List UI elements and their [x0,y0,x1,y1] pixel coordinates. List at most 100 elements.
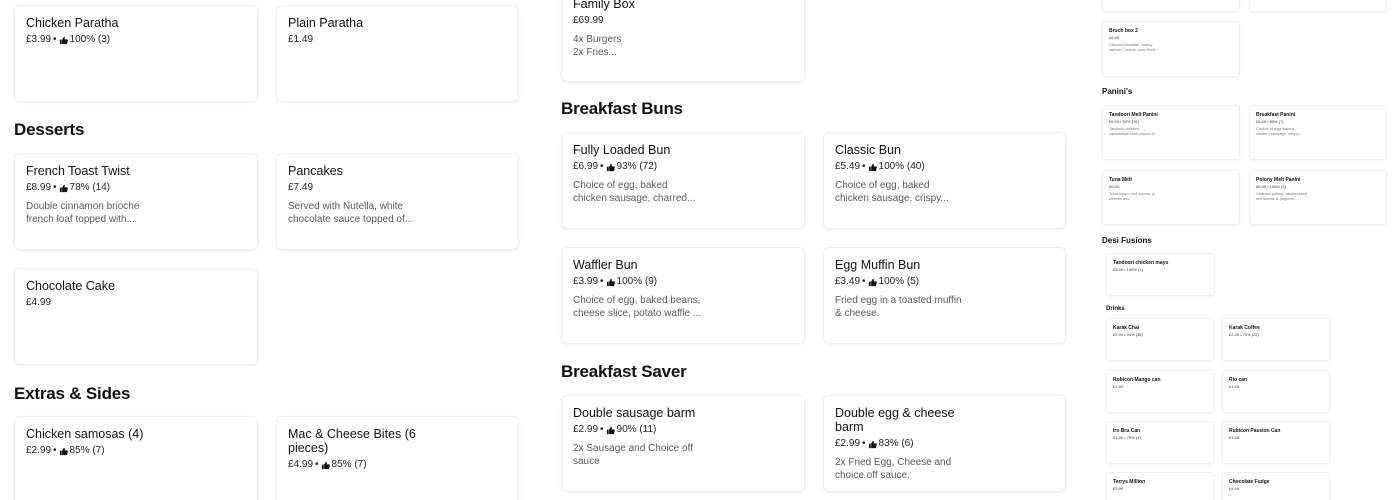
item-description-line: chocolate sauce topped of... [288,214,414,225]
item-rating: 100% (40) [878,161,925,172]
menu-item-karak-chai[interactable]: Karak Chai £2.99 • 93% (46) [1106,318,1214,361]
menu-item-rubicon-mango-can[interactable]: Rubicon Mango can £1.50 [1106,370,1214,413]
item-price: £8.99 [26,182,52,193]
item-price: £1.49 [288,34,314,45]
item-title: Polony Melt Panini [1256,177,1301,183]
item-description-line: french loaf topped with... [26,214,135,225]
item-title: Classic Bun [835,143,901,157]
item-title: Tandoori chicken mayo [1113,260,1169,266]
mini-card-top-left[interactable] [1102,0,1240,12]
item-description-line: 2x Fried Egg, Cheese and [835,457,952,468]
menu-item-polony-melt-panini[interactable]: Polony Melt Panini £6.99 • 100% (3) Char… [1249,170,1387,225]
item-meta: £4.99 • 85% (7) [288,459,367,470]
item-meta: £6.99 • 92% (26) [1109,119,1139,124]
item-description: 4x Burgers 2x Fries... [573,33,793,59]
menu-item-tuna-melt[interactable]: Tuna Melt £6.99 Tuna mayo, red onions, &… [1102,170,1240,225]
item-meta: £6.99 • 93% (72) [573,161,658,172]
thumbs-up-icon [606,278,615,287]
menu-item-chicken-samosas[interactable]: Chicken samosas (4) £2.99 • 85% (7) [14,416,258,500]
item-rating: 85% (7) [69,445,105,456]
item-rating: 83% (6) [878,438,914,449]
menu-item-karak-coffee[interactable]: Karak Coffee £2.49 • 75% (22) [1222,318,1330,361]
item-title-line: Double egg & cheese [835,406,955,420]
menu-item-double-sausage-barm[interactable]: Double sausage barm £2.99 • 90% (11) 2x … [561,395,805,492]
item-rating: 100% (5) [878,276,920,287]
menu-item-family-box[interactable]: Family Box £69.99 4x Burgers 2x Fries... [561,0,805,82]
section-heading-paninis: Panini's [1102,87,1133,96]
menu-item-chocolate-cake[interactable]: Chocolate Cake £4.99 [14,268,258,365]
thumbs-up-icon [59,447,68,456]
item-meta: £6.99 • 100% (3) [1256,184,1286,189]
menu-item-pancakes[interactable]: Pancakes £7.49 Served with Nutella, whit… [276,153,519,250]
item-description: Fried egg in a toasted muffin & cheese. [835,294,1054,320]
item-description-line: rashers, beans, over thick... [1109,47,1159,52]
item-title: Chicken Paratha [26,16,119,30]
menu-item-chocolate-fudge[interactable]: Chocolate Fudge £4.99 [1222,472,1330,500]
item-meta: £1.50 [1113,384,1124,389]
menu-item-mac-cheese-bites[interactable]: Mac & Cheese Bites (6 pieces) £4.99 • 85… [276,416,519,500]
item-rating: 100% (9) [616,276,658,287]
menu-item-terrys-million[interactable]: Terrys Million £3.99 [1106,472,1214,500]
item-price: £6.49 [1109,35,1120,40]
menu-item-waffler-bun[interactable]: Waffler Bun £3.99 • 100% (9) Choice of e… [561,247,805,344]
section-heading-breakfast-saver: Breakfast Saver [561,362,687,381]
item-description: Choice of egg, baked beans, cheese slice… [573,294,793,320]
item-title: Double sausage barm [573,406,696,420]
item-title: Terrys Million [1113,479,1146,485]
item-title: Chocolate Cake [26,279,115,293]
item-meta: £6.99 [1109,184,1120,189]
thumbs-up-icon [606,426,615,435]
item-meta: £3.99 • 100% (9) [573,276,658,287]
item-price: £7.49 [288,182,314,193]
item-title: Rio can [1229,377,1248,383]
item-meta: £2.99 • 85% (7) [26,445,105,456]
menu-item-double-egg-cheese-barm[interactable]: Double egg & cheese barm £2.99 • 83% (6)… [823,395,1066,492]
item-description-line: Served with Nutella, white [288,201,404,212]
menu-item-french-toast-twist[interactable]: French Toast Twist £8.99 • 78% (14) Doub… [14,153,258,250]
item-title-line: barm [835,420,864,434]
menu-item-irn-bru-can[interactable]: Irn Bru Can £1.50 • 75% (4) [1106,421,1214,464]
item-price: £3.99 [26,34,52,45]
item-description: Tuna mayo, red onions, & cheese mix. [1109,191,1233,201]
item-description-line: 2x Fries... [573,47,617,58]
menu-item-egg-muffin-bun[interactable]: Egg Muffin Bun £3.49 • 100% (5) Fried eg… [823,247,1066,344]
menu-item-plain-paratha[interactable]: Plain Paratha £1.49 [276,5,519,102]
section-heading-desserts: Desserts [14,120,85,139]
item-meta: £4.99 [26,297,246,309]
item-description-line: chicken sausage, crispy... [1256,131,1302,136]
item-title: Chicken samosas (4) [26,427,144,441]
item-rating: 100% (3) [69,34,111,45]
item-description: Served with Nutella, white chocolate sau… [288,200,507,226]
item-meta: £69.99 [573,15,793,27]
item-description: Choice of egg, baked chicken sausage, ch… [573,179,793,205]
item-price: £2.99 [26,445,52,456]
item-title: Waffler Bun [573,258,638,272]
menu-item-rubicon-passion-can[interactable]: Rubicon Passion Can £1.50 [1222,421,1330,464]
item-title: Tandoori Melt Panini [1109,112,1158,118]
menu-item-brunch-box-2[interactable]: Bruch box 2 £6.49 Cheese omelette, turke… [1102,21,1240,77]
section-heading-extras-sides: Extras & Sides [14,384,131,403]
item-description-line: chicken sausage, crispy... [835,193,949,204]
menu-item-rio-can[interactable]: Rio can £1.50 [1222,370,1330,413]
mini-card-top-right[interactable] [1249,0,1387,12]
menu-item-fully-loaded-bun[interactable]: Fully Loaded Bun £6.99 • 93% (72) Choice… [561,132,805,229]
item-rating: 85% (7) [331,459,367,470]
item-description: Cheese omelette, turkey rashers, beans, … [1109,42,1233,52]
thumbs-up-icon [321,461,330,470]
menu-item-classic-bun[interactable]: Classic Bun £5.49 • 100% (40) Choice of … [823,132,1066,229]
item-description: Charred polony, caramelised red onions &… [1256,191,1380,201]
item-title: Tuna Melt [1109,177,1132,183]
item-meta: £8.99 • 78% (14) [26,182,111,193]
item-title: Egg Muffin Bun [835,258,921,272]
item-title: Mac & Cheese Bites (6 pieces) [288,427,507,455]
item-description-line: Choice of egg, baked beans, [573,295,701,306]
menu-item-tandoori-chicken-mayo[interactable]: Tandoori chicken mayo £5.99 • 100% (1) [1106,253,1215,296]
item-description: 2x Fried Egg, Cheese and choice off sauc… [835,456,1054,482]
menu-item-breakfast-panini[interactable]: Breakfast Panini £6.99 • 80% (7) Choice … [1249,105,1387,160]
menu-item-chicken-paratha[interactable]: Chicken Paratha £3.99 • 100% (3) [14,5,258,102]
item-meta: £1.50 [1229,384,1240,389]
item-rating: 90% (11) [616,424,657,435]
item-meta: £4.99 [1229,486,1240,491]
menu-item-tandoori-melt-panini[interactable]: Tandoori Melt Panini £6.99 • 92% (26) Ta… [1102,105,1240,160]
item-meta: £5.99 • 100% (1) [1113,267,1143,272]
